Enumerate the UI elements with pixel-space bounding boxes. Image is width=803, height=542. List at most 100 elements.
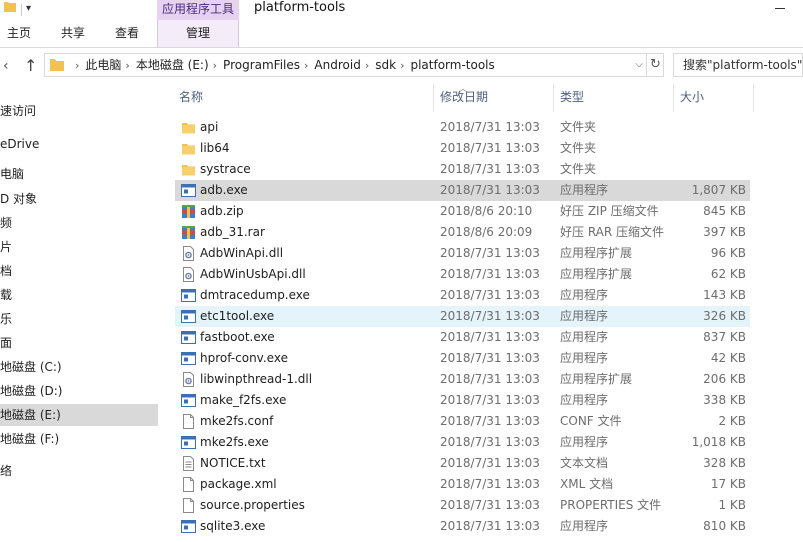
- file-row[interactable]: dmtracedump.exe 2018/7/31 13:03 应用程序 143 KB: [175, 285, 750, 306]
- chevron-right-icon[interactable]: ›: [400, 55, 404, 77]
- archive-icon: [182, 205, 195, 218]
- tab-manage[interactable]: 管理: [157, 20, 239, 47]
- file-row[interactable]: NOTICE.txt 2018/7/31 13:03 文本文档 328 KB: [175, 453, 750, 474]
- file-name[interactable]: NOTICE.txt: [200, 453, 266, 474]
- file-date: 2018/7/31 13:03: [440, 162, 540, 176]
- file-date: 2018/7/31 13:03: [440, 309, 540, 323]
- nav-item-this-pc[interactable]: 电脑: [0, 163, 158, 185]
- refresh-button[interactable]: ↻: [646, 54, 664, 76]
- nav-item-onedrive[interactable]: eDrive: [0, 133, 158, 155]
- file-size: 326 KB: [703, 309, 746, 323]
- chevron-right-icon[interactable]: ›: [213, 55, 217, 77]
- tab-view[interactable]: 查看: [106, 20, 148, 47]
- file-name[interactable]: package.xml: [200, 474, 277, 495]
- file-row[interactable]: AdbWinUsbApi.dll 2018/7/31 13:03 应用程序扩展 62 …: [175, 264, 750, 285]
- file-type: 应用程序: [560, 393, 609, 407]
- file-type: 好压 ZIP 压缩文件: [560, 204, 659, 218]
- nav-item-network[interactable]: 络: [0, 460, 158, 482]
- file-name[interactable]: mke2fs.conf: [200, 411, 273, 432]
- quick-access-dropdown-icon[interactable]: ▾: [26, 3, 31, 14]
- file-type: 应用程序: [560, 330, 609, 344]
- nav-item-drive-c[interactable]: 地磁盘 (C:): [0, 356, 158, 378]
- column-header-size[interactable]: 大小: [674, 80, 754, 114]
- file-name[interactable]: sqlite3.exe: [200, 516, 265, 537]
- back-chevron-icon[interactable]: ‹: [3, 58, 9, 74]
- nav-item-quick-access[interactable]: 速访问: [0, 100, 158, 122]
- file-size: 62 KB: [710, 267, 746, 281]
- breadcrumb-drive-e[interactable]: 本地磁盘 (E:): [136, 58, 209, 72]
- chevron-right-icon[interactable]: ›: [75, 55, 79, 77]
- column-header-type[interactable]: 类型: [554, 80, 672, 114]
- file-name[interactable]: AdbWinApi.dll: [200, 243, 283, 264]
- nav-item-pictures[interactable]: 片: [0, 236, 158, 258]
- file-row[interactable]: sqlite3.exe 2018/7/31 13:03 应用程序 810 KB: [175, 516, 750, 537]
- file-row[interactable]: hprof-conv.exe 2018/7/31 13:03 应用程序 42 KB: [175, 348, 750, 369]
- folder-icon[interactable]: [4, 1, 16, 12]
- text-file-icon: [183, 456, 194, 471]
- column-divider[interactable]: [753, 84, 754, 112]
- file-name[interactable]: adb.exe: [200, 180, 248, 201]
- file-row[interactable]: systrace 2018/7/31 13:03 文件夹: [175, 159, 750, 180]
- address-dropdown-icon[interactable]: ⌵: [631, 54, 647, 76]
- file-name[interactable]: source.properties: [200, 495, 305, 516]
- chevron-right-icon[interactable]: ›: [365, 55, 369, 77]
- breadcrumb-sdk[interactable]: sdk: [375, 58, 396, 72]
- file-row[interactable]: AdbWinApi.dll 2018/7/31 13:03 应用程序扩展 96 KB: [175, 243, 750, 264]
- file-name[interactable]: libwinpthread-1.dll: [200, 369, 312, 390]
- file-name[interactable]: mke2fs.exe: [200, 432, 269, 453]
- column-header-date[interactable]: 修改日期: [434, 80, 552, 114]
- file-name[interactable]: hprof-conv.exe: [200, 348, 288, 369]
- breadcrumb-this-pc[interactable]: 此电脑: [85, 58, 121, 72]
- file-name[interactable]: adb_31.rar: [200, 222, 265, 243]
- nav-item-music[interactable]: 乐: [0, 308, 158, 330]
- file-name[interactable]: adb.zip: [200, 201, 244, 222]
- file-name[interactable]: etc1tool.exe: [200, 306, 274, 327]
- file-date: 2018/7/31 13:03: [440, 330, 540, 344]
- file-type: 应用程序: [560, 519, 609, 533]
- file-name[interactable]: AdbWinUsbApi.dll: [200, 264, 306, 285]
- file-row[interactable]: mke2fs.exe 2018/7/31 13:03 应用程序 1,018 KB: [175, 432, 750, 453]
- nav-item-desktop[interactable]: 面: [0, 332, 158, 354]
- file-row[interactable]: libwinpthread-1.dll 2018/7/31 13:03 应用程序扩展…: [175, 369, 750, 390]
- breadcrumb-platform-tools[interactable]: platform-tools: [410, 58, 494, 72]
- file-row[interactable]: api 2018/7/31 13:03 文件夹: [175, 117, 750, 138]
- file-name[interactable]: fastboot.exe: [200, 327, 275, 348]
- tab-home[interactable]: 主页: [0, 20, 38, 47]
- nav-item-drive-e[interactable]: 地磁盘 (E:): [0, 404, 158, 426]
- nav-item-downloads[interactable]: 载: [0, 284, 158, 306]
- chevron-right-icon[interactable]: ›: [125, 55, 129, 77]
- search-input[interactable]: 搜索"platform-tools": [673, 53, 803, 77]
- file-row[interactable]: source.properties 2018/7/31 13:03 PROPERTI…: [175, 495, 750, 516]
- file-row[interactable]: package.xml 2018/7/31 13:03 XML 文档 17 KB: [175, 474, 750, 495]
- file-row[interactable]: adb_31.rar 2018/8/6 20:09 好压 RAR 压缩文件 397 K…: [175, 222, 750, 243]
- minimize-button[interactable]: [770, 0, 800, 10]
- file-row[interactable]: mke2fs.conf 2018/7/31 13:03 CONF 文件 2 KB: [175, 411, 750, 432]
- nav-item-videos[interactable]: 频: [0, 212, 158, 234]
- breadcrumb-programfiles[interactable]: ProgramFiles: [223, 58, 300, 72]
- file-date: 2018/7/31 13:03: [440, 183, 540, 197]
- nav-item-drive-d[interactable]: 地磁盘 (D:): [0, 380, 158, 402]
- column-header-name[interactable]: 名称: [173, 80, 435, 114]
- file-row[interactable]: adb.zip 2018/8/6 20:10 好压 ZIP 压缩文件 845 KB: [175, 201, 750, 222]
- address-bar[interactable]: › 此电脑 › 本地磁盘 (E:) › ProgramFiles › Android › sdk ›…: [44, 53, 664, 77]
- file-row[interactable]: adb.exe 2018/7/31 13:03 应用程序 1,807 KB: [175, 180, 750, 201]
- file-name[interactable]: make_f2fs.exe: [200, 390, 286, 411]
- chevron-right-icon[interactable]: ›: [304, 55, 308, 77]
- tab-share[interactable]: 共享: [52, 20, 94, 47]
- breadcrumb-android[interactable]: Android: [314, 58, 360, 72]
- file-name[interactable]: systrace: [200, 159, 251, 180]
- file-row[interactable]: lib64 2018/7/31 13:03 文件夹: [175, 138, 750, 159]
- file-name[interactable]: lib64: [200, 138, 230, 159]
- exe-icon: [181, 352, 196, 365]
- file-row[interactable]: make_f2fs.exe 2018/7/31 13:03 应用程序 338 KB: [175, 390, 750, 411]
- file-type: CONF 文件: [560, 414, 622, 428]
- file-name[interactable]: api: [200, 117, 218, 138]
- nav-item-3d-objects[interactable]: D 对象: [0, 188, 158, 210]
- file-row[interactable]: fastboot.exe 2018/7/31 13:03 应用程序 837 KB: [175, 327, 750, 348]
- file-row[interactable]: etc1tool.exe 2018/7/31 13:03 应用程序 326 KB: [175, 306, 750, 327]
- nav-item-documents[interactable]: 档: [0, 260, 158, 282]
- file-name[interactable]: dmtracedump.exe: [200, 285, 310, 306]
- exe-icon: [181, 436, 196, 449]
- up-arrow-icon[interactable]: ↑: [24, 56, 37, 75]
- nav-item-drive-f[interactable]: 地磁盘 (F:): [0, 428, 158, 450]
